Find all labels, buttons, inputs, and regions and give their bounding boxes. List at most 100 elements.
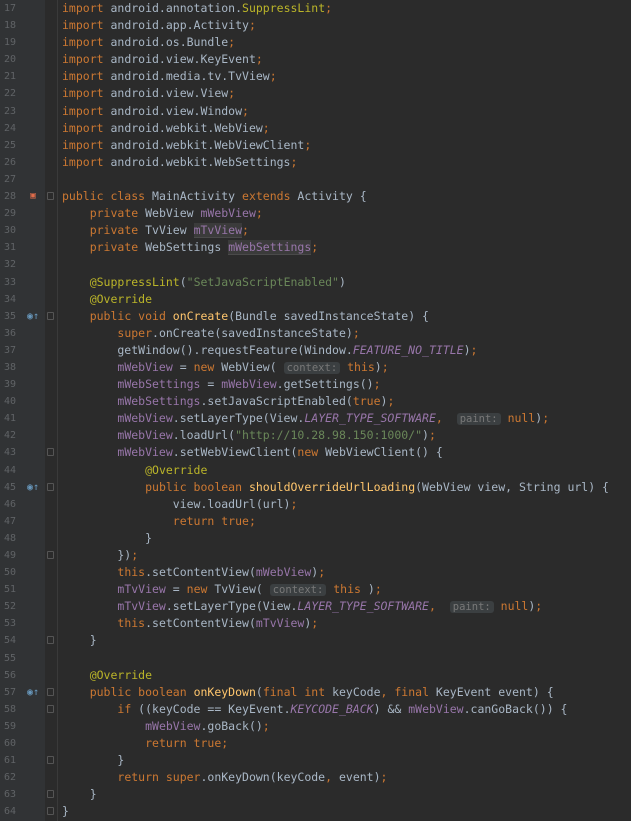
- code-token: @Override: [145, 462, 208, 477]
- code-token: =: [200, 377, 222, 392]
- code-line[interactable]: 42 mWebView.loadUrl("http://10.28.98.150…: [0, 427, 631, 444]
- code-text: private TvView mTvView;: [62, 222, 249, 239]
- code-line[interactable]: 52 mTvView.setLayerType(View.LAYER_TYPE_…: [0, 598, 631, 615]
- code-line[interactable]: 35 ◉↑ public void onCreate(Bundle savedIn…: [0, 308, 631, 325]
- code-line[interactable]: 50 this.setContentView(mWebView);: [0, 564, 631, 581]
- override-method-icon[interactable]: ◉↑: [27, 686, 39, 699]
- code-line[interactable]: 36 super.onCreate(savedInstanceState);: [0, 325, 631, 342]
- code-token: mWebView: [117, 359, 173, 374]
- line-number: 52: [4, 601, 17, 613]
- code-line[interactable]: 33 @SuppressLint("SetJavaScriptEnabled"): [0, 274, 631, 291]
- code-line[interactable]: 60 return true;: [0, 735, 631, 752]
- code-line[interactable]: 19 import android.os.Bundle;: [0, 34, 631, 51]
- code-editor[interactable]: 17 import android.annotation.SuppressLint…: [0, 0, 631, 821]
- code-text: }: [62, 803, 69, 820]
- code-text: mWebView.setLayerType(View.LAYER_TYPE_SO…: [62, 410, 549, 428]
- code-line[interactable]: 30 private TvView mTvView;: [0, 222, 631, 239]
- fold-marker-icon[interactable]: [47, 448, 54, 457]
- fold-marker-icon[interactable]: [47, 192, 54, 201]
- fold-marker-icon[interactable]: [47, 687, 54, 696]
- line-number: 36: [4, 327, 17, 339]
- code-token: ) &&: [373, 701, 409, 716]
- code-line[interactable]: 18 import android.app.Activity;: [0, 17, 631, 34]
- parameter-hint: context:: [269, 584, 327, 597]
- code-line[interactable]: 46 view.loadUrl(url);: [0, 496, 631, 513]
- code-line[interactable]: 44 @Override: [0, 462, 631, 479]
- code-line[interactable]: 38 mWebView = new WebView( context: this…: [0, 359, 631, 376]
- code-line[interactable]: 39 mWebSettings = mWebView.getSettings()…: [0, 376, 631, 393]
- line-number: 24: [4, 122, 17, 134]
- code-token: extends: [242, 189, 298, 204]
- code-token: public class: [62, 189, 153, 204]
- code-text: });: [62, 547, 138, 564]
- code-line[interactable]: 20 import android.view.KeyEvent;: [0, 51, 631, 68]
- code-area[interactable]: 17 import android.annotation.SuppressLint…: [0, 0, 631, 821]
- code-line[interactable]: 23 import android.view.Window;: [0, 103, 631, 120]
- code-line[interactable]: 26 import android.webkit.WebSettings;: [0, 154, 631, 171]
- code-line[interactable]: 61 }: [0, 752, 631, 769]
- code-token: .setWebViewClient(: [172, 445, 298, 460]
- code-text: private WebSettings mWebSettings;: [62, 239, 318, 256]
- code-token: ,: [428, 599, 436, 614]
- fold-marker-icon[interactable]: [47, 482, 54, 491]
- code-line[interactable]: 31 private WebSettings mWebSettings;: [0, 239, 631, 256]
- fold-marker-icon[interactable]: [47, 551, 54, 559]
- code-line[interactable]: 47 return true;: [0, 513, 631, 530]
- code-token: ;: [470, 342, 478, 357]
- code-line[interactable]: 24 import android.webkit.WebView;: [0, 120, 631, 137]
- code-token: import: [62, 1, 111, 15]
- code-line[interactable]: 40 mWebSettings.setJavaScriptEnabled(tru…: [0, 393, 631, 410]
- code-line[interactable]: 64}: [0, 803, 631, 820]
- code-token: mWebView: [221, 377, 277, 392]
- code-line[interactable]: 63 }: [0, 786, 631, 803]
- override-method-icon[interactable]: ◉↑: [27, 310, 39, 323]
- code-line[interactable]: 49 });: [0, 547, 631, 564]
- code-token: mTvView: [255, 616, 305, 631]
- code-token: new: [186, 582, 215, 597]
- fold-marker-icon[interactable]: [47, 807, 54, 816]
- code-line[interactable]: 21 import android.media.tv.TvView;: [0, 68, 631, 85]
- code-token: ;: [311, 616, 319, 631]
- code-token: ;: [374, 582, 382, 597]
- fold-marker-icon[interactable]: [47, 311, 54, 320]
- code-token: =: [172, 359, 194, 374]
- code-line[interactable]: 28 ▣ public class MainActivity extends Act…: [0, 188, 631, 205]
- android-activity-icon[interactable]: ▣: [27, 190, 39, 203]
- code-line[interactable]: 25 import android.webkit.WebViewClient;: [0, 137, 631, 154]
- code-line[interactable]: 29 private WebView mWebView;: [0, 205, 631, 222]
- code-token: new: [193, 359, 222, 374]
- code-line[interactable]: 48 }: [0, 530, 631, 547]
- code-line[interactable]: 17 import android.annotation.SuppressLint…: [0, 0, 631, 17]
- code-line[interactable]: 55: [0, 650, 631, 667]
- code-line[interactable]: 57 ◉↑ public boolean onKeyDown(final int …: [0, 684, 631, 701]
- override-method-icon[interactable]: ◉↑: [27, 481, 39, 494]
- fold-marker-icon[interactable]: [47, 756, 54, 765]
- code-line[interactable]: 58 if ((keyCode == KeyEvent.KEYCODE_BACK…: [0, 701, 631, 718]
- code-token: LAYER_TYPE_SOFTWARE: [297, 599, 429, 614]
- fold-marker-icon[interactable]: [47, 636, 54, 645]
- fold-marker-icon[interactable]: [47, 704, 54, 713]
- code-line[interactable]: 32: [0, 256, 631, 273]
- code-text: import android.annotation.SuppressLint;: [62, 0, 332, 17]
- code-line[interactable]: 53 this.setContentView(mTvView);: [0, 615, 631, 632]
- code-line[interactable]: 34 @Override: [0, 291, 631, 308]
- code-token: .setContentView(: [145, 565, 256, 580]
- code-line[interactable]: 54 }: [0, 632, 631, 649]
- code-line[interactable]: 37 getWindow().requestFeature(Window.FEA…: [0, 342, 631, 359]
- code-token: ): [463, 342, 471, 357]
- code-line[interactable]: 62 return super.onKeyDown(keyCode, event…: [0, 769, 631, 786]
- code-line[interactable]: 51 mTvView = new TvView( context: this )…: [0, 581, 631, 598]
- code-line[interactable]: 56 @Override: [0, 667, 631, 684]
- code-line[interactable]: 45 ◉↑ public boolean shouldOverrideUrlLoa…: [0, 479, 631, 496]
- code-line[interactable]: 41 mWebView.setLayerType(View.LAYER_TYPE…: [0, 410, 631, 427]
- fold-marker-icon[interactable]: [47, 790, 54, 799]
- code-line[interactable]: 27: [0, 171, 631, 188]
- code-line[interactable]: 59 mWebView.goBack();: [0, 718, 631, 735]
- code-text: }: [62, 632, 97, 649]
- code-line[interactable]: 43 mWebView.setWebViewClient(new WebView…: [0, 444, 631, 461]
- code-line[interactable]: 22 import android.view.View;: [0, 85, 631, 102]
- code-text: @Override: [62, 667, 152, 684]
